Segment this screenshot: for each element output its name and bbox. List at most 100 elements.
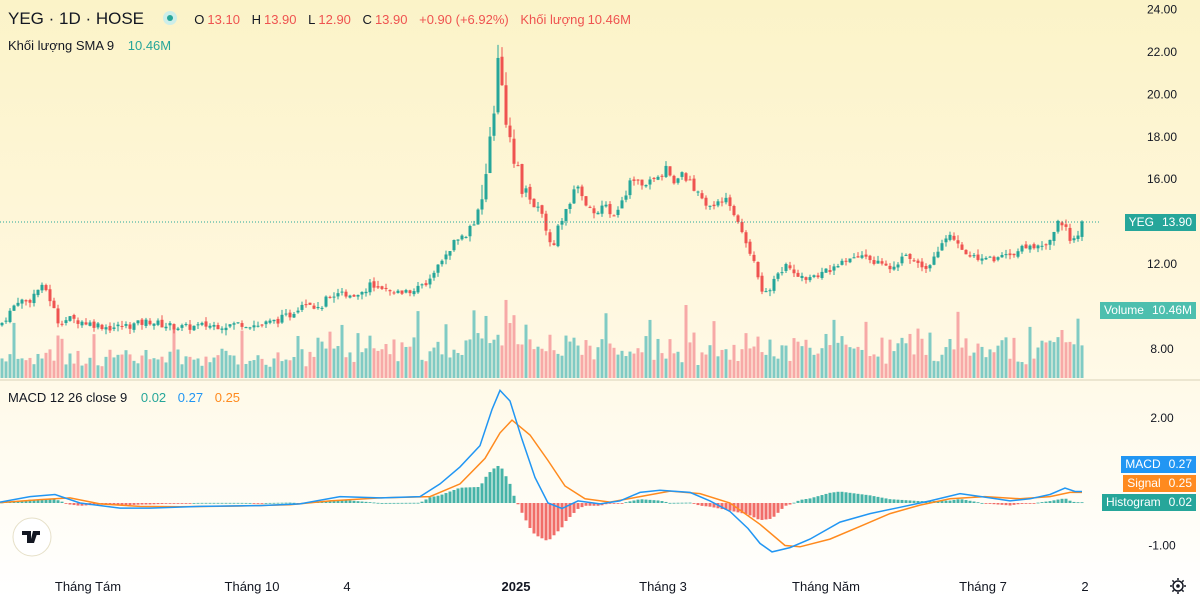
candle-body xyxy=(312,305,316,309)
candle-body xyxy=(840,260,844,265)
price-tick-label: 22.00 xyxy=(1147,45,1177,59)
volume-bar xyxy=(384,344,388,378)
volume-bar xyxy=(360,352,364,378)
histogram-bar xyxy=(636,499,640,503)
volume-bar xyxy=(916,328,920,378)
histogram-bar xyxy=(808,498,812,503)
volume-bar xyxy=(880,337,884,378)
volume-bar xyxy=(760,352,764,378)
candle-body xyxy=(552,243,556,246)
volume-bar xyxy=(320,341,324,378)
volume-bar xyxy=(728,359,732,378)
candle-body xyxy=(268,320,272,323)
candle-body xyxy=(812,275,816,277)
volume-bar xyxy=(316,337,320,378)
histogram-bar xyxy=(244,502,248,504)
candle-body xyxy=(204,321,208,327)
candle-body xyxy=(892,266,896,270)
histogram-bar xyxy=(248,502,252,504)
macd-legend[interactable]: MACD 12 26 close 9 0.02 0.27 0.25 xyxy=(8,390,243,405)
candle-body xyxy=(880,261,884,264)
candle-body xyxy=(452,239,456,251)
histogram-bar xyxy=(504,476,508,503)
candle-body xyxy=(316,306,320,309)
candle-body xyxy=(468,226,472,237)
candle-body xyxy=(972,255,976,257)
symbol-title[interactable]: YEG · 1D · HOSE xyxy=(8,9,144,28)
candle-body xyxy=(604,204,608,207)
chart-canvas[interactable]: 24.00 22.00 20.00 18.00 16.00 12.00 8.00 2.00 -… xyxy=(0,0,1200,597)
volume-bar xyxy=(148,359,152,378)
chart-area[interactable]: 24.00 22.00 20.00 18.00 16.00 12.00 8.00 2.00 -… xyxy=(0,0,1200,597)
candle-body xyxy=(304,304,308,306)
candle-body xyxy=(88,322,92,326)
candle-body xyxy=(924,265,928,269)
histogram-bar xyxy=(964,500,968,503)
histogram-bar xyxy=(260,503,264,504)
volume-bar xyxy=(436,341,440,378)
histogram-bar xyxy=(628,501,632,503)
volume-bar xyxy=(72,363,76,378)
candle-body xyxy=(988,256,992,258)
volume-bar xyxy=(332,348,336,378)
volume-bar xyxy=(296,335,300,378)
candle-body xyxy=(948,234,952,240)
price-tick-label: 8.00 xyxy=(1150,342,1174,356)
candle-body xyxy=(536,206,540,208)
candle-body xyxy=(308,302,312,305)
last-price-symbol: YEG xyxy=(1128,215,1154,229)
histogram-bar xyxy=(676,502,680,504)
histogram-bar xyxy=(288,502,292,504)
histogram-bar xyxy=(1080,502,1084,504)
signal-tag-label: Signal xyxy=(1127,476,1161,490)
candle-body xyxy=(1080,221,1084,237)
candle-body xyxy=(748,241,752,254)
volume-bar xyxy=(424,361,428,378)
candle-body xyxy=(936,251,940,258)
candle-body xyxy=(4,320,8,322)
histogram-bar xyxy=(836,491,840,503)
volume-bar xyxy=(408,346,412,378)
histogram-bar xyxy=(644,499,648,503)
candle-body xyxy=(328,296,332,298)
volume-bar xyxy=(1072,344,1076,378)
histogram-bar xyxy=(948,500,952,503)
candle-body xyxy=(616,209,620,215)
histogram-bar xyxy=(472,487,476,503)
time-axis[interactable]: Tháng Tám Tháng 10 4 2025 Tháng 3 Tháng Năm Th… xyxy=(55,579,1089,594)
histogram-bar xyxy=(56,500,60,503)
volume-bar xyxy=(68,353,72,378)
volume-bar xyxy=(844,344,848,378)
volume-bar xyxy=(288,360,292,378)
volume-bar xyxy=(672,353,676,378)
volume-bar xyxy=(224,350,228,378)
volume-bar xyxy=(804,339,808,378)
volume-bar xyxy=(196,358,200,378)
candle-body xyxy=(684,173,688,181)
time-tick-label: Tháng 3 xyxy=(639,579,687,594)
candle-body xyxy=(808,277,812,281)
candle-body xyxy=(904,254,908,256)
volume-bar xyxy=(532,349,536,378)
volume-sma-legend[interactable]: Khối lượng SMA 9 10.46M xyxy=(8,38,174,53)
histogram-bar xyxy=(872,496,876,503)
candle-body xyxy=(860,255,864,258)
candle-body xyxy=(228,324,232,327)
candle-body xyxy=(200,322,204,325)
volume-bar xyxy=(1008,358,1012,378)
histogram-bar xyxy=(532,503,536,534)
volume-bar xyxy=(500,345,504,378)
volume-bar xyxy=(596,347,600,378)
candle-body xyxy=(512,138,516,164)
volume-bar xyxy=(292,357,296,378)
histogram-bar xyxy=(476,487,480,503)
settings-icon[interactable] xyxy=(1170,578,1186,594)
candle-body xyxy=(1040,245,1044,247)
candle-body xyxy=(824,268,828,273)
volume-bar xyxy=(504,299,508,378)
tradingview-logo-icon[interactable] xyxy=(12,517,52,557)
histogram-bar xyxy=(852,493,856,503)
volume-bar xyxy=(340,324,344,378)
histogram-bar xyxy=(692,503,696,504)
signal-tag-value: 0.25 xyxy=(1168,476,1192,490)
